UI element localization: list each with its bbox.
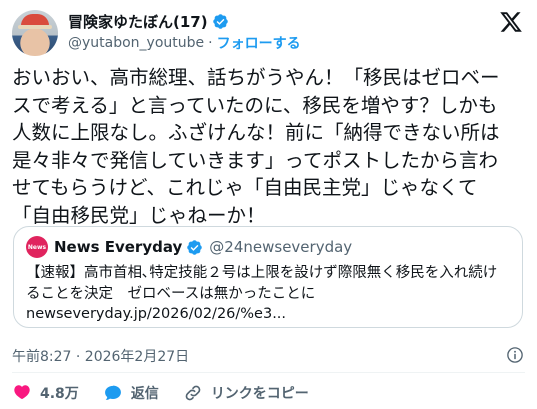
author-handle[interactable]: @yutabon_youtube [68,35,204,51]
quoted-tweet-link[interactable]: newseveryday.jp/2026/02/26/%e3... [26,306,286,322]
reply-button[interactable]: 返信 [103,383,159,403]
info-icon[interactable] [506,346,524,364]
verified-badge-icon [212,13,228,29]
tweet-timestamp[interactable]: 午前8:27 · 2026年2月27日 [12,346,189,366]
heart-icon [14,385,30,400]
tweet-text: おいおい、高市総理、話ちがうやん！「移民はゼロベー スで考える」と言っていたのに… [12,66,500,227]
divider [12,372,525,373]
quoted-author-handle: @24newseveryday [209,238,353,256]
quoted-tweet-card[interactable]: News News Everyday @24newseveryday 【速報】高… [13,226,523,328]
avatar[interactable] [12,10,58,56]
like-button[interactable]: 4.8万 [12,383,79,403]
quoted-tweet-text: 【速報】高市首相､特定技能２号は上限を設けず際限無く移民を入れ続け ることを決定… [26,265,498,302]
like-count: 4.8万 [40,386,79,402]
copy-link-button[interactable]: リンクをコピー [183,383,309,403]
verified-badge-icon [187,239,203,255]
follow-button[interactable]: フォローする [217,33,301,53]
reply-bubble-icon [104,385,121,400]
news-everyday-logo: News [26,236,48,258]
author-display-name[interactable]: 冒険家ゆたぼん(17) [68,11,208,32]
quoted-author-name: News Everyday [54,238,183,256]
separator-dot: · [208,35,213,51]
tweet-header: 冒険家ゆたぼん(17) @yutabon_youtube · フォローする [12,8,525,60]
x-logo-icon[interactable] [499,10,523,34]
tweet-actions: 4.8万 返信 リンクをコピー [12,382,333,404]
copy-link-label: リンクをコピー [210,386,309,402]
reply-label: 返信 [130,386,159,402]
quoted-tweet-header: News News Everyday @24newseveryday [26,236,353,258]
author-name-row: 冒険家ゆたぼん(17) [68,11,229,31]
author-sub-row: @yutabon_youtube · フォローする [68,33,301,53]
link-icon [185,385,201,401]
